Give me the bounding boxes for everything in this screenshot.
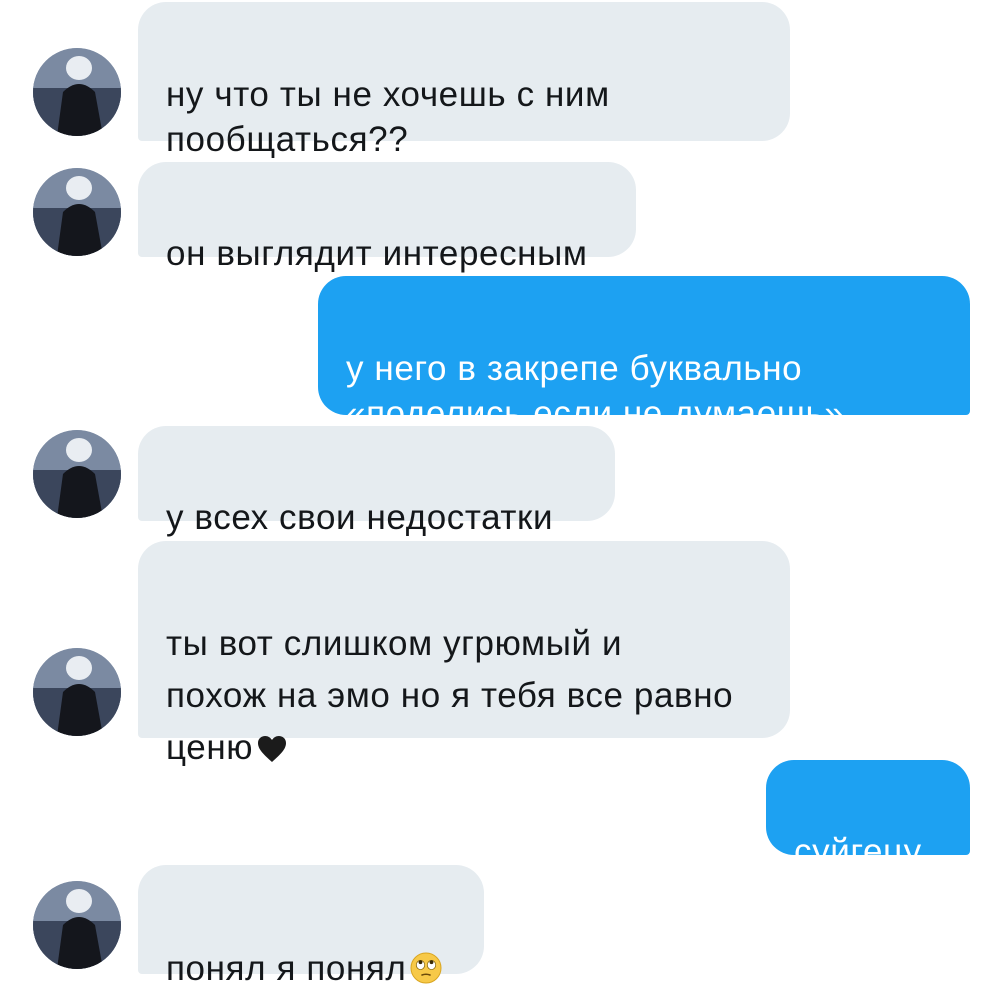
avatar-image xyxy=(33,648,121,736)
message-text: он выглядит интересным xyxy=(166,234,588,273)
message-bubble-incoming[interactable]: ты вот слишком угрюмый и похож на эмо но… xyxy=(138,541,790,767)
message-bubble-outgoing[interactable]: суйгецу. xyxy=(766,760,970,871)
contact-avatar[interactable] xyxy=(33,430,121,518)
message-text: у него в закрепе буквально «поделись есл… xyxy=(346,349,845,433)
eye-roll-face-icon xyxy=(410,950,442,995)
avatar-image xyxy=(33,168,121,256)
message-bubble-incoming[interactable]: он выглядит интересным xyxy=(138,162,636,273)
contact-avatar[interactable] xyxy=(33,881,121,969)
black-heart-icon xyxy=(257,726,287,778)
contact-avatar[interactable] xyxy=(33,168,121,256)
avatar-image xyxy=(33,881,121,969)
avatar-image xyxy=(33,48,121,136)
contact-avatar[interactable] xyxy=(33,648,121,736)
message-bubble-outgoing[interactable]: у него в закрепе буквально «поделись есл… xyxy=(318,276,970,433)
message-bubble-incoming[interactable]: ну что ты не хочешь с ним пообщаться?? xyxy=(138,2,790,159)
contact-avatar[interactable] xyxy=(33,48,121,136)
message-text: у всех свои недостатки xyxy=(166,498,554,537)
message-bubble-incoming[interactable]: понял я понял xyxy=(138,865,484,988)
message-bubble-incoming[interactable]: у всех свои недостатки xyxy=(138,426,615,537)
avatar-image xyxy=(33,430,121,518)
message-text: суйгецу. xyxy=(794,832,929,871)
message-text: ты вот слишком угрюмый и похож на эмо но… xyxy=(166,624,734,767)
message-text: ну что ты не хочешь с ним пообщаться?? xyxy=(166,75,610,159)
message-text: понял я понял xyxy=(166,949,407,988)
